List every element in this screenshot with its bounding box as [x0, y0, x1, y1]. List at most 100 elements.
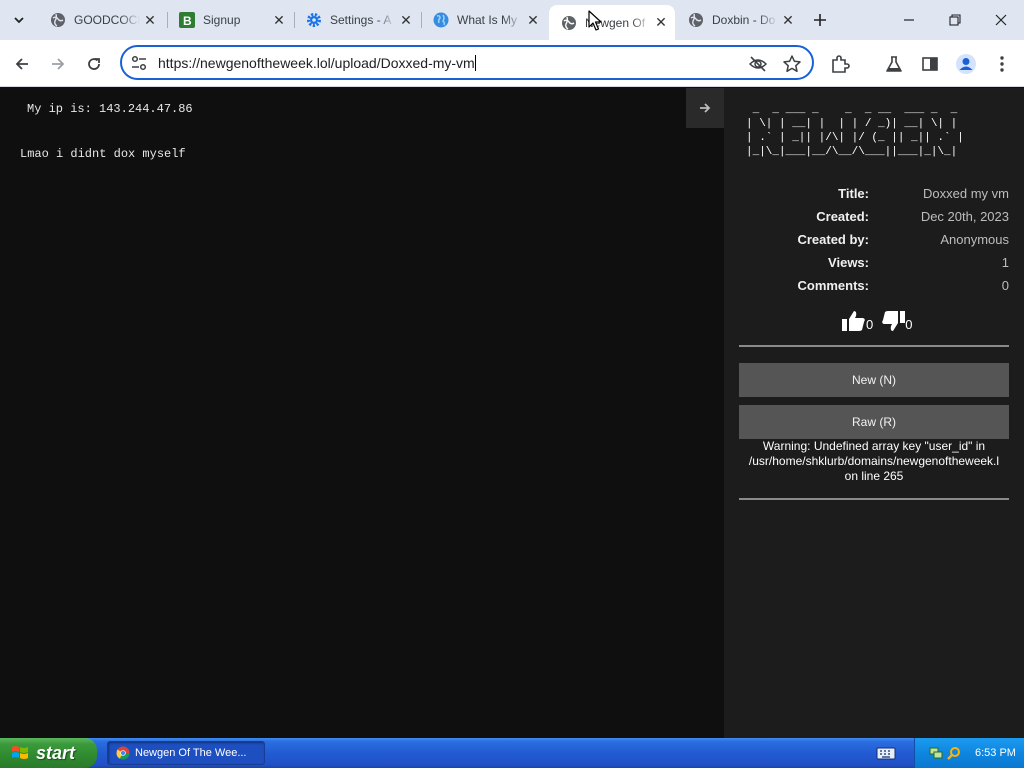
info-created: Created: Dec 20th, 2023 [739, 209, 1009, 229]
clock: 6:53 PM [975, 747, 1016, 759]
reload-icon [88, 58, 100, 70]
close-window-button[interactable] [978, 0, 1024, 40]
forward-button[interactable] [44, 50, 72, 78]
restore-button[interactable] [932, 0, 978, 40]
address-bar[interactable]: https://newgenoftheweek.lol/upload/Doxxe… [120, 45, 814, 80]
info-value: 1 [1001, 255, 1009, 270]
side-panel-button[interactable] [918, 52, 942, 76]
network-icon[interactable] [929, 746, 943, 760]
b-logo-icon: B [179, 12, 195, 28]
tab-title: Signup [203, 13, 241, 27]
dislike-count: 0 [905, 317, 913, 332]
site-logo[interactable]: _ _ ___ _ _ _ __ ___ _ _ | \| | __| | | … [746, 103, 964, 159]
start-label: start [36, 742, 76, 763]
tab-title: What Is My [457, 13, 518, 27]
close-icon[interactable]: ✕ [651, 13, 671, 33]
avatar-icon [956, 54, 976, 74]
close-icon[interactable]: ✕ [523, 10, 543, 30]
globe-icon [561, 15, 577, 31]
new-paste-button[interactable]: New (N) [739, 363, 1009, 397]
raw-button[interactable]: Raw (R) [739, 405, 1009, 439]
tab-strip: GOODCOCK ✕ B Signup ✕ Settings - A ✕ Wha… [0, 0, 1024, 40]
info-created-by: Created by: Anonymous [739, 232, 1009, 252]
star-icon[interactable] [782, 54, 802, 74]
minimize-button[interactable] [886, 0, 932, 40]
thumbs-up-icon [842, 311, 865, 331]
flask-icon [886, 56, 902, 72]
puzzle-icon [832, 55, 850, 73]
close-icon[interactable]: ✕ [778, 10, 798, 30]
taskbar-window-button[interactable]: Newgen Of The Wee... [107, 741, 265, 765]
keyboard-icon[interactable] [876, 746, 896, 760]
tab-signup[interactable]: B Signup ✕ [167, 5, 293, 35]
tab-title: Settings - A [330, 13, 392, 27]
globe-icon [688, 12, 704, 28]
menu-button[interactable] [990, 52, 1014, 76]
profile-button[interactable] [954, 52, 978, 76]
arrow-right-icon [700, 103, 711, 113]
taskbar: start Newgen Of The Wee... 6:53 PM [0, 738, 1024, 768]
tab-newgen-active[interactable]: Newgen Of ✕ [549, 5, 675, 40]
like-count: 0 [866, 317, 874, 332]
info-comments: Comments: 0 [739, 278, 1009, 298]
globe-icon [50, 12, 66, 28]
info-label: Created: [816, 209, 869, 224]
warning-line: on line 265 [844, 469, 904, 483]
gear-icon [306, 12, 322, 28]
info-value: Dec 20th, 2023 [920, 209, 1009, 224]
paste-line: Lmao i didnt dox myself [20, 147, 186, 161]
taskbar-window-title: Newgen Of The Wee... [135, 747, 247, 759]
tab-doxbin[interactable]: Doxbin - Do ✕ [676, 5, 802, 35]
side-panel-icon [922, 57, 938, 71]
info-title: Title: Doxxed my vm [739, 186, 1009, 206]
vote-bar: 0 0 [842, 302, 920, 332]
windows-logo-icon [12, 746, 28, 759]
back-button[interactable] [8, 50, 36, 78]
chrome-icon [116, 746, 130, 760]
start-button[interactable]: start [0, 738, 97, 768]
minimize-icon [904, 19, 914, 21]
warning-line: Warning: Undefined array key "user_id" i… [762, 439, 986, 453]
divider [739, 498, 1009, 500]
info-label: Comments: [797, 278, 869, 293]
restore-icon [949, 14, 961, 26]
php-warning: Warning: Undefined array key "user_id" i… [738, 439, 1010, 484]
info-value: Anonymous [940, 232, 1009, 247]
close-icon[interactable]: ✕ [396, 10, 416, 30]
close-icon[interactable]: ✕ [269, 10, 289, 30]
dislike-button[interactable]: 0 [881, 310, 912, 332]
reload-button[interactable] [80, 50, 108, 78]
labs-button[interactable] [882, 52, 906, 76]
svg-text:B: B [183, 14, 192, 28]
search-icon[interactable] [947, 746, 961, 760]
thumbs-down-icon [882, 311, 906, 331]
warning-line: /usr/home/shklurb/domains/newgenofthewee… [748, 454, 1000, 468]
extensions-button[interactable] [828, 52, 852, 76]
tab-settings[interactable]: Settings - A ✕ [294, 5, 420, 35]
paste-info-sidebar: _ _ ___ _ _ _ __ ___ _ _ | \| | __| | | … [724, 88, 1024, 738]
url-text[interactable]: https://newgenoftheweek.lol/upload/Doxxe… [158, 55, 475, 71]
info-label: Created by: [797, 232, 869, 247]
plus-icon [814, 14, 826, 26]
close-icon[interactable]: ✕ [140, 10, 160, 30]
tab-search-button[interactable] [6, 8, 32, 32]
info-value: Doxxed my vm [923, 186, 1009, 201]
tab-what-is-my[interactable]: What Is My ✕ [421, 5, 547, 35]
divider [739, 345, 1009, 347]
more-vert-icon [1000, 56, 1004, 72]
browser-toolbar: https://newgenoftheweek.lol/upload/Doxxe… [0, 40, 1024, 87]
tab-goodcock[interactable]: GOODCOCK ✕ [38, 5, 164, 35]
paste-content: My ip is: 143.244.47.86 Lmao i didnt dox… [0, 88, 724, 738]
info-views: Views: 1 [739, 255, 1009, 275]
like-button[interactable]: 0 [842, 310, 873, 332]
info-label: Title: [838, 186, 869, 201]
tab-title: Doxbin - Do [712, 13, 776, 27]
mouse-cursor-icon [588, 10, 602, 31]
tab-title: GOODCOCK [74, 13, 140, 27]
eye-off-icon[interactable] [748, 54, 768, 74]
system-tray: 6:53 PM [914, 738, 1024, 768]
new-tab-button[interactable] [808, 8, 832, 32]
site-settings-icon[interactable] [130, 54, 148, 72]
earth-icon [433, 12, 449, 28]
expand-sidebar-button[interactable] [686, 88, 724, 128]
